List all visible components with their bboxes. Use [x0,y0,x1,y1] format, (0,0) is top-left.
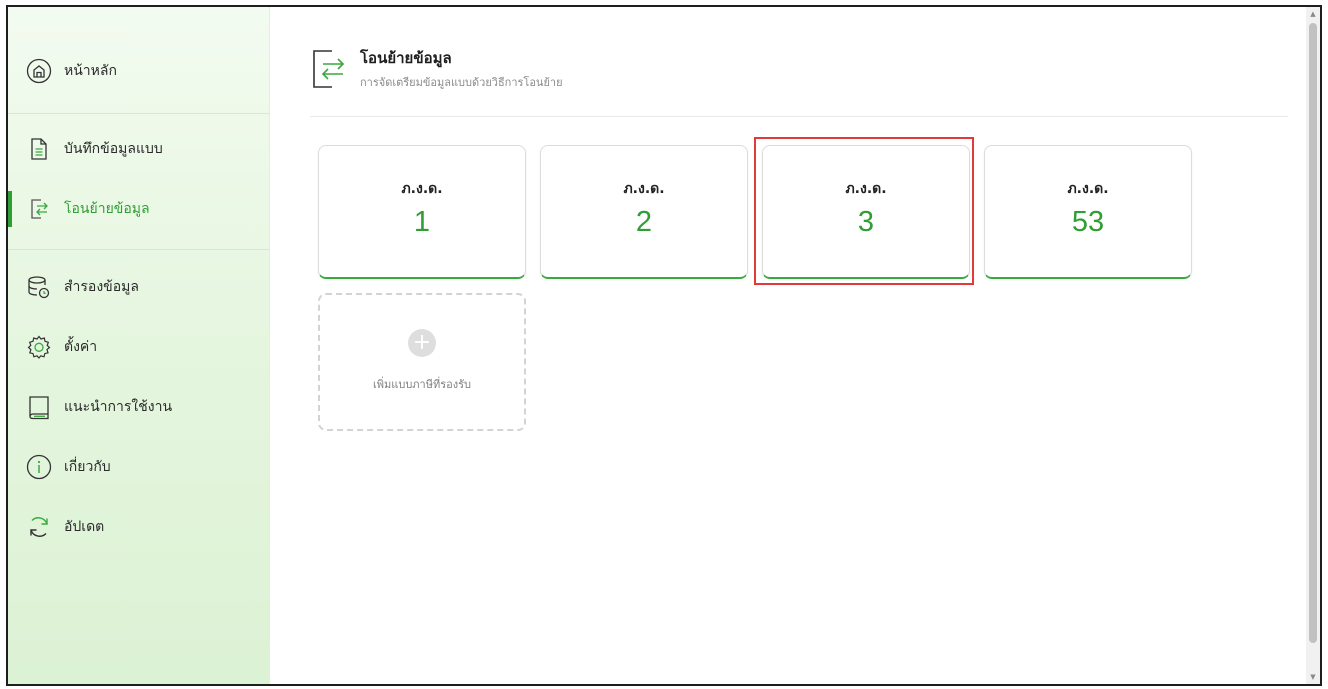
sidebar-item-label: หน้าหลัก [64,63,117,79]
header-divider [310,116,1288,117]
sidebar-item-backup[interactable]: สำรองข้อมูล [8,265,270,309]
form-number: 1 [413,206,431,238]
document-icon [26,136,52,162]
book-icon [26,394,52,420]
home-icon [26,58,52,84]
scroll-up-arrow-icon[interactable]: ▲ [1306,7,1320,21]
sidebar-item-label: บันทึกข้อมูลแบบ [64,141,163,157]
sidebar-divider [8,249,270,250]
app-window: หน้าหลัก บันทึกข้อมูลแบบ โอนย้ายข้อมูล ส… [6,5,1322,686]
form-number: 3 [857,206,875,238]
form-name: ภ.ง.ด. [401,181,443,197]
sidebar-item-settings[interactable]: ตั้งค่า [8,325,270,369]
page-header: โอนย้ายข้อมูล การจัดเตรียมข้อมูลแบบด้วยว… [310,43,563,93]
sidebar: หน้าหลัก บันทึกข้อมูลแบบ โอนย้ายข้อมูล ส… [8,7,270,684]
page-title: โอนย้ายข้อมูล [360,48,452,67]
scroll-down-arrow-icon[interactable]: ▼ [1306,670,1320,684]
form-name: ภ.ง.ด. [845,181,887,197]
form-card-pnd53[interactable]: ภ.ง.ด. 53 [984,145,1192,279]
sidebar-item-label: เกี่ยวกับ [64,459,111,475]
vertical-scrollbar[interactable]: ▲ ▼ [1306,7,1320,684]
sidebar-item-label: สำรองข้อมูล [64,279,139,295]
form-number: 2 [635,206,653,238]
form-card-pnd2[interactable]: ภ.ง.ด. 2 [540,145,748,279]
form-name: ภ.ง.ด. [623,181,665,197]
sidebar-item-label: โอนย้ายข้อมูล [64,201,150,217]
refresh-icon [26,514,52,540]
sidebar-item-record-form[interactable]: บันทึกข้อมูลแบบ [8,127,270,171]
sidebar-item-label: อัปเดต [64,519,105,535]
info-icon [26,454,52,480]
sidebar-item-label: แนะนำการใช้งาน [64,399,173,415]
plus-icon: + [408,329,436,357]
sidebar-item-label: ตั้งค่า [64,339,98,355]
form-card-pnd1[interactable]: ภ.ง.ด. 1 [318,145,526,279]
gear-icon [26,334,52,360]
form-card-pnd3[interactable]: ภ.ง.ด. 3 [762,145,970,279]
main-content: โอนย้ายข้อมูล การจัดเตรียมข้อมูลแบบด้วยว… [270,7,1306,684]
sidebar-item-transfer[interactable]: โอนย้ายข้อมูล [8,187,270,231]
form-number: 53 [1071,206,1105,238]
add-tax-form-button[interactable]: + เพิ่มแบบภาษีที่รองรับ [318,293,526,431]
sidebar-item-update[interactable]: อัปเดต [8,505,270,549]
page-subtitle: การจัดเตรียมข้อมูลแบบด้วยวิธีการโอนย้าย [360,75,563,89]
sidebar-item-about[interactable]: เกี่ยวกับ [8,445,270,489]
sidebar-divider [8,113,270,114]
transfer-icon [310,43,348,93]
sidebar-item-home[interactable]: หน้าหลัก [8,49,270,93]
transfer-icon [26,196,52,222]
scrollbar-thumb[interactable] [1309,23,1317,643]
form-name: ภ.ง.ด. [1067,181,1109,197]
database-backup-icon [26,274,52,300]
sidebar-item-guide[interactable]: แนะนำการใช้งาน [8,385,270,429]
add-tax-form-label: เพิ่มแบบภาษีที่รองรับ [372,378,472,391]
